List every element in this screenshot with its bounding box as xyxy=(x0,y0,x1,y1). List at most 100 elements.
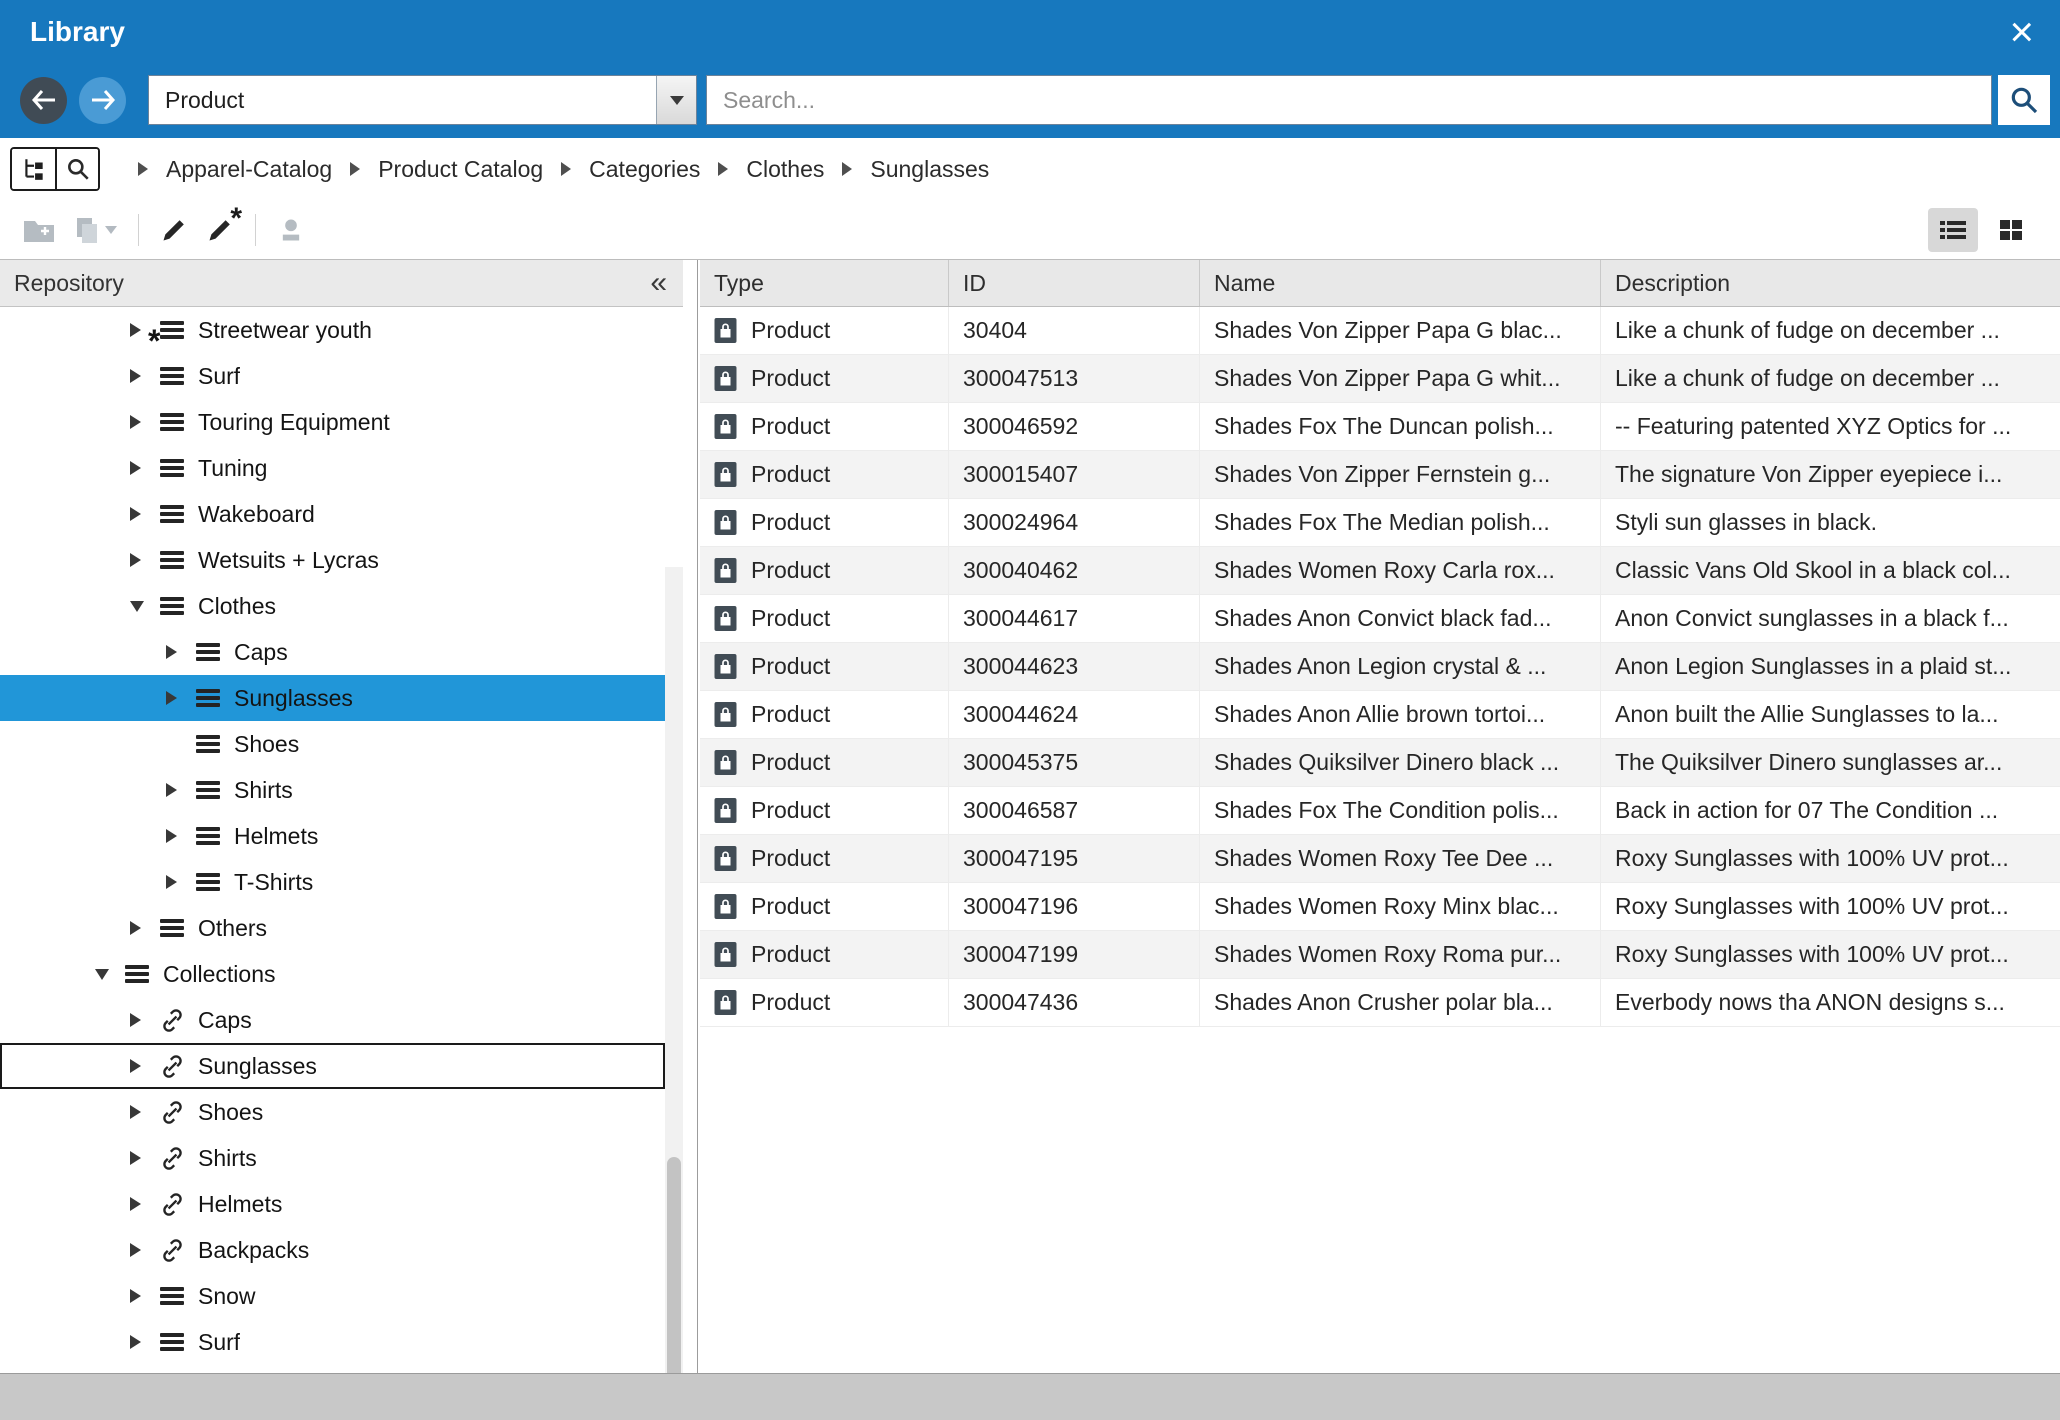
table-row[interactable]: Product300047195Shades Women Roxy Tee De… xyxy=(700,835,2060,883)
table-row[interactable]: Product300046592Shades Fox The Duncan po… xyxy=(700,403,2060,451)
table-row[interactable]: Product30404Shades Von Zipper Papa G bla… xyxy=(700,307,2060,355)
publish-button[interactable] xyxy=(277,216,305,244)
back-button[interactable] xyxy=(20,77,67,124)
edit-button[interactable] xyxy=(160,216,188,244)
table-row[interactable]: Product300047199Shades Women Roxy Roma p… xyxy=(700,931,2060,979)
collapse-arrow-icon[interactable] xyxy=(95,951,119,997)
table-row[interactable]: Product300046587Shades Fox The Condition… xyxy=(700,787,2060,835)
expand-arrow-icon[interactable] xyxy=(130,1319,154,1365)
tree-item-collections[interactable]: Collections xyxy=(0,951,665,997)
breadcrumb-item-categories[interactable]: Categories xyxy=(589,156,700,183)
tree-item-surf[interactable]: Surf xyxy=(0,353,665,399)
breadcrumb-item-product-catalog[interactable]: Product Catalog xyxy=(378,156,543,183)
tree-item-t-shirts[interactable]: T-Shirts xyxy=(0,859,665,905)
table-row[interactable]: Product300044624Shades Anon Allie brown … xyxy=(700,691,2060,739)
expand-arrow-icon[interactable] xyxy=(166,629,190,675)
tree-item-shoes[interactable]: Shoes xyxy=(0,721,665,767)
column-header-description[interactable]: Description xyxy=(1601,260,2060,306)
paste-button[interactable] xyxy=(73,216,117,244)
cell-id: 300040462 xyxy=(949,547,1200,594)
breadcrumb-item-apparel-catalog[interactable]: Apparel-Catalog xyxy=(166,156,332,183)
table-row[interactable]: Product300047436Shades Anon Crusher pola… xyxy=(700,979,2060,1027)
search-button[interactable] xyxy=(1998,75,2050,125)
cell-name: Shades Women Roxy Roma pur... xyxy=(1200,931,1601,978)
tree-mode-button[interactable] xyxy=(12,149,55,189)
collapse-panel-icon[interactable]: « xyxy=(650,269,667,297)
tree-item-caps[interactable]: Caps xyxy=(0,997,665,1043)
new-folder-button[interactable] xyxy=(23,217,55,243)
paste-options-caret-icon[interactable] xyxy=(105,226,117,234)
forward-button[interactable] xyxy=(79,77,126,124)
search-mode-button[interactable] xyxy=(55,149,98,189)
table-header: TypeIDNameDescription xyxy=(700,260,2060,307)
expand-arrow-icon[interactable] xyxy=(130,1135,154,1181)
tree-item-wakeboard[interactable]: Wakeboard xyxy=(0,491,665,537)
search-input[interactable] xyxy=(707,76,1991,124)
tree-item-wetsuits-lycras[interactable]: Wetsuits + Lycras xyxy=(0,537,665,583)
column-header-name[interactable]: Name xyxy=(1200,260,1601,306)
tree-scrollbar[interactable] xyxy=(665,567,683,1420)
table-row[interactable]: Product300047196Shades Women Roxy Minx b… xyxy=(700,883,2060,931)
tree-item-helmets[interactable]: Helmets xyxy=(0,1181,665,1227)
expand-arrow-icon[interactable] xyxy=(130,1043,154,1089)
expand-arrow-icon[interactable] xyxy=(130,1273,154,1319)
table-row[interactable]: Product300044617Shades Anon Convict blac… xyxy=(700,595,2060,643)
tree-item-sunglasses[interactable]: Sunglasses xyxy=(0,1043,665,1089)
table-row[interactable]: Product300015407Shades Von Zipper Fernst… xyxy=(700,451,2060,499)
expand-arrow-icon[interactable] xyxy=(166,675,190,721)
expand-arrow-icon[interactable] xyxy=(130,399,154,445)
table-row[interactable]: Product300044623Shades Anon Legion cryst… xyxy=(700,643,2060,691)
expand-arrow-icon[interactable] xyxy=(130,997,154,1043)
cell-type-label: Product xyxy=(751,509,830,536)
cell-description: -- Featuring patented XYZ Optics for ... xyxy=(1601,403,2060,450)
breadcrumb-item-sunglasses[interactable]: Sunglasses xyxy=(870,156,989,183)
table-row[interactable]: Product300045375Shades Quiksilver Dinero… xyxy=(700,739,2060,787)
tree-item-shirts[interactable]: Shirts xyxy=(0,1135,665,1181)
tree-item-snow[interactable]: Snow xyxy=(0,1273,665,1319)
tree-item-shirts[interactable]: Shirts xyxy=(0,767,665,813)
collapse-arrow-icon[interactable] xyxy=(130,583,154,629)
expand-arrow-icon[interactable] xyxy=(130,905,154,951)
tree-item-streetwear-youth[interactable]: *Streetwear youth xyxy=(0,307,665,353)
tree-item-clothes[interactable]: Clothes xyxy=(0,583,665,629)
link-icon xyxy=(158,1190,186,1218)
expand-arrow-icon[interactable] xyxy=(130,1181,154,1227)
expand-arrow-icon[interactable] xyxy=(166,813,190,859)
breadcrumb-item-clothes[interactable]: Clothes xyxy=(746,156,824,183)
expand-arrow-icon[interactable] xyxy=(130,537,154,583)
expand-arrow-icon[interactable] xyxy=(130,1089,154,1135)
tree-item-shoes[interactable]: Shoes xyxy=(0,1089,665,1135)
tree-item-label: Wetsuits + Lycras xyxy=(198,547,379,574)
tree-item-sunglasses[interactable]: Sunglasses xyxy=(0,675,665,721)
close-icon[interactable]: × xyxy=(2009,12,2034,52)
tree-item-tuning[interactable]: Tuning xyxy=(0,445,665,491)
cell-id: 300046587 xyxy=(949,787,1200,834)
table-row[interactable]: Product300047513Shades Von Zipper Papa G… xyxy=(700,355,2060,403)
cell-type-label: Product xyxy=(751,317,830,344)
tree-item-others[interactable]: Others xyxy=(0,905,665,951)
cell-name: Shades Anon Legion crystal & ... xyxy=(1200,643,1601,690)
tree-item-backpacks[interactable]: Backpacks xyxy=(0,1227,665,1273)
cell-type: Product xyxy=(700,835,949,882)
tree-item-helmets[interactable]: Helmets xyxy=(0,813,665,859)
tree-item-touring-equipment[interactable]: Touring Equipment xyxy=(0,399,665,445)
table-row[interactable]: Product300024964Shades Fox The Median po… xyxy=(700,499,2060,547)
panel-divider xyxy=(697,260,698,1373)
expand-arrow-icon[interactable] xyxy=(130,491,154,537)
expand-arrow-icon[interactable] xyxy=(130,1227,154,1273)
quick-create-button[interactable]: * xyxy=(206,216,234,244)
column-header-type[interactable]: Type xyxy=(700,260,949,306)
list-view-button[interactable] xyxy=(1928,208,1978,252)
tree-item-surf[interactable]: Surf xyxy=(0,1319,665,1365)
expand-arrow-icon[interactable] xyxy=(166,767,190,813)
thumbnail-view-button[interactable] xyxy=(1986,208,2036,252)
column-header-id[interactable]: ID xyxy=(949,260,1200,306)
tree-item-label: Sunglasses xyxy=(198,1053,317,1080)
link-icon xyxy=(158,1236,186,1264)
expand-arrow-icon[interactable] xyxy=(130,445,154,491)
table-row[interactable]: Product300040462Shades Women Roxy Carla … xyxy=(700,547,2060,595)
doc-type-caret-button[interactable] xyxy=(656,76,696,124)
doc-type-dropdown[interactable]: Product xyxy=(148,75,697,125)
tree-item-caps[interactable]: Caps xyxy=(0,629,665,675)
expand-arrow-icon[interactable] xyxy=(166,859,190,905)
